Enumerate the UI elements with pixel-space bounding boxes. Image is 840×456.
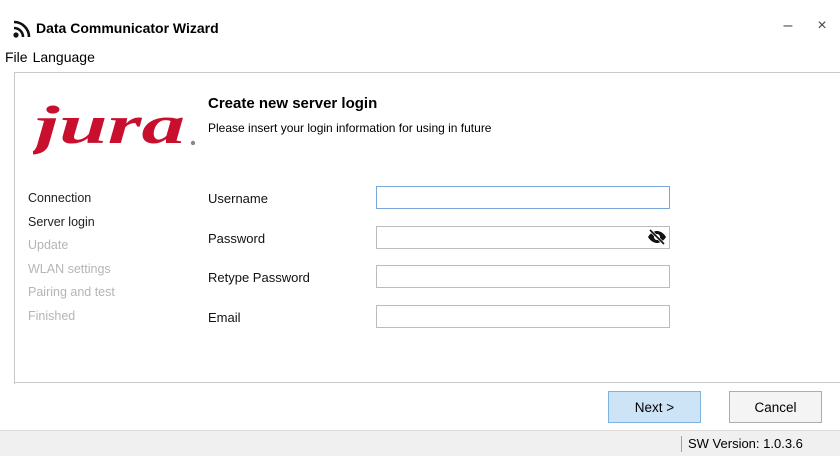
password-label: Password [208,231,266,246]
step-server-login: Server login [28,214,95,229]
wizard-window: Data Communicator Wizard – × File Langua… [0,0,840,456]
password-input[interactable] [376,226,670,249]
retype-password-input[interactable] [376,265,670,288]
jura-logo: jura [33,95,196,155]
wizard-steps: Connection Server login Update WLAN sett… [28,187,115,328]
step-connection: Connection [28,191,92,205]
title-bar[interactable]: Data Communicator Wizard – × [0,0,840,44]
rss-feed-icon [13,20,31,38]
minimize-button[interactable]: – [770,12,806,40]
menu-file[interactable]: File [0,47,32,69]
eye-slash-icon[interactable] [646,228,668,246]
menu-bar: File Language [0,47,99,69]
window-title: Data Communicator Wizard [36,20,219,36]
step-finished: Finished [28,308,76,323]
step-update: Update [28,238,69,252]
close-button[interactable]: × [804,12,840,40]
step-pairing-and-test: Pairing and test [28,285,115,299]
cancel-button[interactable]: Cancel [729,391,822,423]
email-label: Email [208,310,241,325]
email-input[interactable] [376,305,670,328]
next-button[interactable]: Next > [608,391,701,423]
username-label: Username [208,191,268,206]
retype-password-label: Retype Password [208,270,310,285]
content-divider [14,382,840,384]
step-wlan-settings: WLAN settings [28,261,111,276]
status-separator [681,436,682,452]
wizard-content: jura Create new server login Please inse… [14,72,840,384]
software-version: SW Version: 1.0.3.6 [688,436,803,451]
menu-language[interactable]: Language [32,47,99,69]
status-bar: SW Version: 1.0.3.6 [0,430,840,456]
page-subtitle: Please insert your login information for… [208,121,492,135]
page-title: Create new server login [208,95,378,112]
logo-text: jura [33,95,185,155]
username-input[interactable] [376,186,670,209]
